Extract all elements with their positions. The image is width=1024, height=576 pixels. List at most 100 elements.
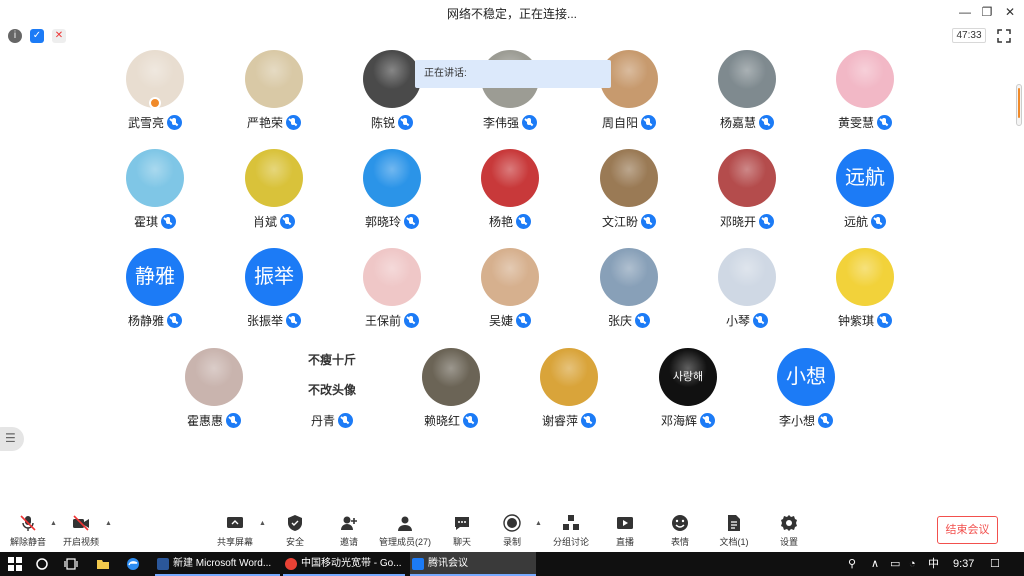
participant-tile[interactable]: 不瘦十斤 不改头像 丹青 (282, 348, 382, 448)
invite-button[interactable]: 邀请 (321, 514, 377, 548)
participant-name-row: 丹青 (282, 412, 382, 430)
settings-button[interactable]: 设置 (761, 514, 817, 548)
participant-tile[interactable]: 赖晓红 (401, 348, 501, 448)
close-button[interactable]: ✕ (997, 2, 1023, 22)
participant-name-row: 黄雯慧 (815, 114, 915, 132)
share-screen-button[interactable]: 共享屏幕 (207, 514, 263, 548)
participant-tile[interactable]: 振举 张振举 (224, 248, 324, 348)
wifi-icon[interactable]: ◔ (909, 552, 923, 576)
participant-name: 小琴 (725, 314, 750, 328)
avatar (718, 149, 776, 207)
mic-muted-icon (877, 115, 892, 130)
taskbar-meeting[interactable]: 腾讯会议 (410, 552, 536, 576)
mic-muted-icon (20, 515, 36, 531)
participant-tile[interactable]: 吴婕 (460, 248, 560, 348)
participant-name: 邓海辉 (660, 414, 697, 428)
notification-icon[interactable]: ☐ (990, 552, 1004, 576)
fullscreen-icon[interactable] (996, 28, 1012, 44)
info-bar (0, 24, 1024, 48)
participant-tile[interactable]: 杨嘉慧 (697, 50, 797, 150)
participant-name: 钟紫琪 (837, 314, 874, 328)
participant-tile[interactable]: 小琴 (697, 248, 797, 348)
mic-muted-icon (635, 313, 650, 328)
participant-name-row: 武雪亮 (105, 114, 205, 132)
participant-name: 邓晓开 (719, 215, 756, 229)
participant-name: 远航 (843, 215, 868, 229)
meeting-timer: 47:33 (952, 28, 986, 43)
mic-muted-icon (871, 214, 886, 229)
participant-name-row: 杨嘉慧 (697, 114, 797, 132)
participant-tile[interactable]: 远航 远航 (815, 149, 915, 249)
breakout-button[interactable]: 分组讨论 (543, 514, 599, 548)
documents-button[interactable]: 文档(1) (706, 514, 762, 548)
avatar (836, 50, 894, 108)
participant-tile[interactable]: 钟紫琪 (815, 248, 915, 348)
mic-muted-icon (286, 115, 301, 130)
edge-icon[interactable] (126, 552, 142, 576)
participant-tile[interactable]: 杨艳 (460, 149, 560, 249)
taskbar-clock[interactable]: 9:37 (953, 552, 977, 576)
file-explorer-icon[interactable] (96, 552, 112, 576)
taskbar-chrome[interactable]: 中国移动光宽带 - Go... (283, 552, 405, 576)
participant-name: 郭晓玲 (364, 215, 401, 229)
video-options-caret[interactable]: ▲ (105, 520, 112, 527)
participant-tile[interactable]: 霍琪 (105, 149, 205, 249)
participant-name-row: 赖晓红 (401, 412, 501, 430)
mic-muted-icon (759, 115, 774, 130)
participant-name: 陈锐 (370, 116, 395, 130)
avatar (600, 149, 658, 207)
participant-tile[interactable]: 사랑해 邓海辉 (638, 348, 738, 448)
participant-tile[interactable]: 严艳荣 (224, 50, 324, 150)
start-video-button[interactable]: 开启视频 (53, 514, 109, 548)
participant-tile[interactable]: 谢睿萍 (519, 348, 619, 448)
avatar (245, 149, 303, 207)
info-icon[interactable]: i (8, 29, 22, 43)
chat-button[interactable]: 聊天 (434, 514, 490, 548)
manage-members-button[interactable]: 管理成员(27) (370, 514, 440, 548)
participant-name: 谢睿萍 (541, 414, 578, 428)
participant-name: 周自阳 (601, 116, 638, 130)
record-options-caret[interactable]: ▲ (535, 520, 542, 527)
speaking-indicator: 正在讲话: (415, 60, 611, 88)
mic-muted-icon (286, 313, 301, 328)
avatar (245, 50, 303, 108)
sidebar-toggle[interactable]: ☰ (0, 427, 24, 451)
task-view-icon[interactable] (64, 552, 80, 576)
document-icon (728, 515, 740, 531)
ime-indicator[interactable]: 中 (928, 552, 942, 576)
participant-tile[interactable]: 邓晓开 (697, 149, 797, 249)
share-options-caret[interactable]: ▲ (259, 520, 266, 527)
window-title: 网络不稳定，正在连接... (446, 7, 577, 21)
participant-tile[interactable]: 小想 李小想 (756, 348, 856, 448)
participant-tile[interactable]: 黄雯慧 (815, 50, 915, 150)
participant-name-row: 远航 (815, 213, 915, 231)
end-meeting-button[interactable]: 结束会议 (937, 516, 998, 544)
participant-tile[interactable]: 文江盼 (579, 149, 679, 249)
participant-tile[interactable]: 肖斌 (224, 149, 324, 249)
avatar: 사랑해 (659, 348, 717, 406)
live-button[interactable]: 直播 (597, 514, 653, 548)
participant-name: 黄雯慧 (837, 116, 874, 130)
participant-tile[interactable]: 张庆 (579, 248, 679, 348)
add-user-icon (341, 516, 357, 530)
participant-name-row: 周自阳 (579, 114, 679, 132)
participant-tile[interactable]: 静雅 杨静雅 (105, 248, 205, 348)
avatar (718, 248, 776, 306)
people-icon[interactable]: ⚲ (848, 552, 862, 576)
record-button[interactable]: 录制 (484, 514, 540, 548)
search-icon[interactable] (35, 552, 51, 576)
grid-scrollbar[interactable] (1016, 84, 1022, 126)
security-button[interactable]: 安全 (267, 514, 323, 548)
participant-tile[interactable]: 武雪亮 (105, 50, 205, 150)
members-icon (398, 516, 412, 531)
participant-tile[interactable]: 王保前 (342, 248, 442, 348)
chevron-up-icon[interactable]: ∧ (871, 552, 885, 576)
participant-tile[interactable]: 霍惠惠 (164, 348, 264, 448)
windows-start-icon[interactable] (8, 552, 28, 576)
unmute-button[interactable]: 解除静音 (0, 514, 56, 548)
reactions-button[interactable]: 表情 (652, 514, 708, 548)
shield-icon[interactable]: ✓ (30, 29, 44, 43)
participant-tile[interactable]: 郭晓玲 (342, 149, 442, 249)
network-signal-icon[interactable]: ✕ (52, 29, 66, 43)
taskbar-word[interactable]: 新建 Microsoft Word... (155, 552, 280, 576)
